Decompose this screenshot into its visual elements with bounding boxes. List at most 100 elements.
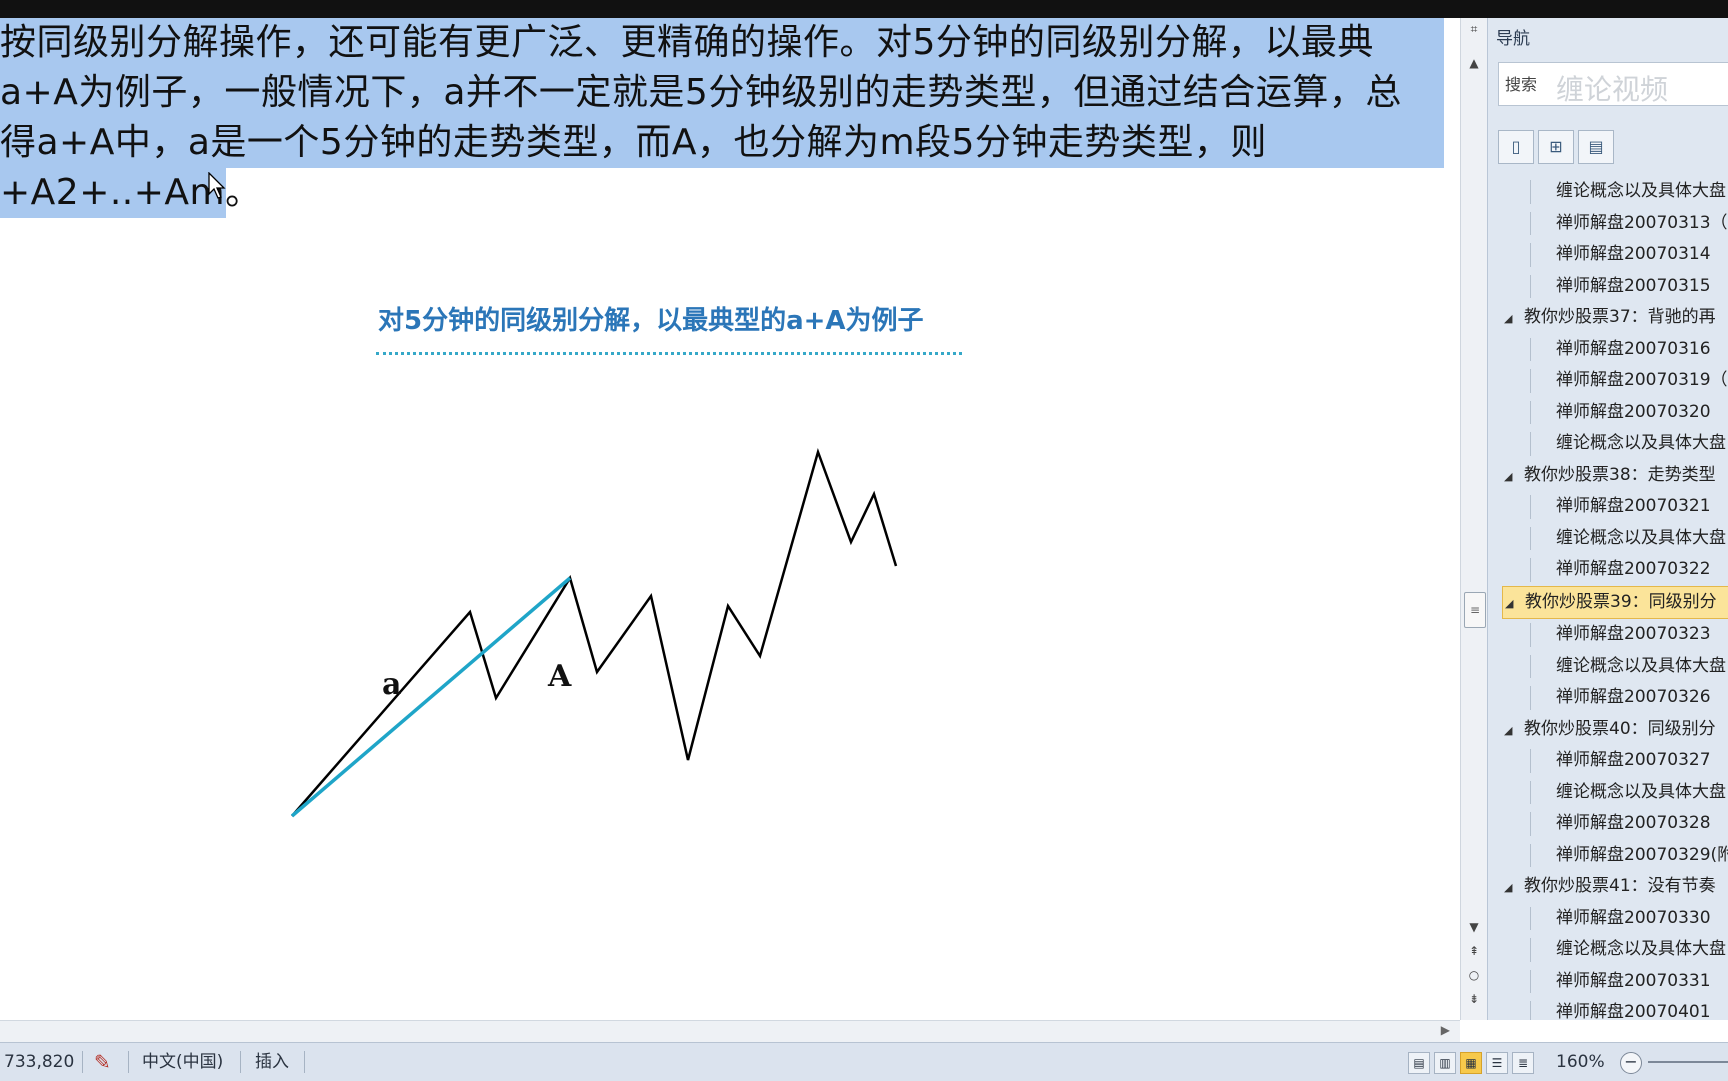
previous-page-icon[interactable]: ⇞ xyxy=(1465,942,1483,960)
nav-heading-item[interactable]: ◢ 教你炒股票40：同级别分 xyxy=(1488,714,1728,746)
select-browse-object-icon[interactable]: ○ xyxy=(1465,966,1483,984)
nav-subheading-item[interactable]: 禅师解盘20070331 xyxy=(1488,966,1728,998)
status-separator xyxy=(128,1051,129,1073)
nav-subheading-item[interactable]: 禅师解盘20070321 xyxy=(1488,491,1728,523)
tab-pages-icon[interactable]: ⊞ xyxy=(1538,130,1574,164)
navigation-pane: 导航 搜索 缠论视频 ▯ ⊞ ▤ 缠论概念以及具体大盘 禅师解盘20070313（ 禅师… xyxy=(1487,18,1728,1020)
status-separator xyxy=(240,1051,241,1073)
nav-item-label: 教你炒股票41：没有节奏 xyxy=(1524,876,1716,896)
label-A: A xyxy=(547,659,572,694)
nav-subheading-item[interactable]: 禅师解盘20070313（ xyxy=(1488,208,1728,240)
nav-item-label: 禅师解盘20070330 xyxy=(1556,907,1711,928)
search-label: 搜索 xyxy=(1505,75,1538,94)
zoom-level[interactable]: 160% xyxy=(1556,1043,1605,1081)
document-page[interactable]: 按同级别分解操作，还可能有更广泛、更精确的操作。对5分钟的同级别分解，以最典 a… xyxy=(0,18,1460,1020)
nav-subheading-item[interactable]: 禅师解盘20070330 xyxy=(1488,903,1728,935)
nav-subheading-item[interactable]: 禅师解盘20070326 xyxy=(1488,682,1728,714)
nav-subheading-item[interactable]: 禅师解盘20070323 xyxy=(1488,619,1728,651)
nav-item-label: 禅师解盘20070316 xyxy=(1556,338,1711,359)
nav-subheading-item[interactable]: 禅师解盘20070322 xyxy=(1488,554,1728,586)
collapse-triangle-icon[interactable]: ◢ xyxy=(1504,715,1524,746)
nav-heading-item[interactable]: ◢ 教你炒股票38：走势类型 xyxy=(1488,460,1728,492)
next-page-icon[interactable]: ⇟ xyxy=(1465,990,1483,1008)
status-bar: 733,820 ✎ 中文(中国) 插入 ▤ ▥ ▦ ☰ ≣ 160% − xyxy=(0,1042,1728,1081)
price-zigzag-line xyxy=(291,447,898,817)
nav-item-label: 禅师解盘20070315 xyxy=(1556,275,1711,296)
nav-subheading-item[interactable]: 禅师解盘20070316 xyxy=(1488,334,1728,366)
tab-headings-icon[interactable]: ▯ xyxy=(1498,130,1534,164)
label-a: a xyxy=(382,667,401,702)
tab-results-icon[interactable]: ▤ xyxy=(1578,130,1614,164)
spelling-check-icon[interactable]: ✎ xyxy=(94,1043,111,1081)
nav-subheading-item[interactable]: 缠论概念以及具体大盘 xyxy=(1488,176,1728,208)
collapse-triangle-icon[interactable]: ◢ xyxy=(1504,461,1524,492)
nav-item-label: 禅师解盘20070401 xyxy=(1556,1002,1711,1020)
nav-item-label: 禅师解盘20070313（ xyxy=(1556,212,1728,233)
nav-item-label: 缠论概念以及具体大盘 xyxy=(1556,939,1726,959)
nav-item-label: 教你炒股票40：同级别分 xyxy=(1524,718,1716,739)
scroll-right-arrow-icon[interactable]: ▶ xyxy=(1441,1023,1450,1037)
status-separator xyxy=(82,1051,83,1073)
nav-item-label: 禅师解盘20070327 xyxy=(1556,750,1711,770)
nav-subheading-item[interactable]: 缠论概念以及具体大盘 xyxy=(1488,428,1728,460)
nav-item-label: 禅师解盘20070320 xyxy=(1556,401,1711,422)
scroll-down-arrow-icon[interactable]: ▼ xyxy=(1465,918,1483,936)
status-insert-mode[interactable]: 插入 xyxy=(255,1043,289,1081)
nav-item-label: 缠论概念以及具体大盘 xyxy=(1556,655,1726,676)
status-language[interactable]: 中文(中国) xyxy=(142,1043,223,1081)
nav-subheading-item[interactable]: 禅师解盘20070314 xyxy=(1488,239,1728,271)
nav-subheading-item[interactable]: 缠论概念以及具体大盘 xyxy=(1488,523,1728,555)
nav-subheading-item[interactable]: 禅师解盘20070328 xyxy=(1488,808,1728,840)
nav-item-label: 教你炒股票38：走势类型 xyxy=(1524,464,1716,485)
nav-item-label: 禅师解盘20070326 xyxy=(1556,687,1711,707)
nav-heading-item[interactable]: ◢ 教你炒股票41：没有节奏 xyxy=(1488,871,1728,903)
zoom-out-icon[interactable]: − xyxy=(1620,1052,1642,1074)
navigation-headings-list: 缠论概念以及具体大盘 禅师解盘20070313（ 禅师解盘20070314 禅师解盘2… xyxy=(1488,176,1728,1020)
nav-subheading-item[interactable]: 缠论概念以及具体大盘 xyxy=(1488,651,1728,683)
nav-item-label: 禅师解盘20070314 xyxy=(1556,244,1711,264)
nav-subheading-item[interactable]: 禅师解盘20070327 xyxy=(1488,745,1728,777)
nav-subheading-item[interactable]: 缠论概念以及具体大盘 xyxy=(1488,777,1728,809)
nav-item-label: 教你炒股票39：同级别分 xyxy=(1525,591,1717,612)
web-layout-view-icon[interactable]: ▦ xyxy=(1460,1052,1482,1074)
status-separator xyxy=(304,1051,305,1073)
zigzag-diagram: a A xyxy=(290,447,898,818)
navigation-title: 导航 xyxy=(1496,29,1530,49)
nav-item-label: 缠论概念以及具体大盘 xyxy=(1556,433,1726,453)
outline-view-icon[interactable]: ☰ xyxy=(1486,1052,1508,1074)
top-bar xyxy=(0,0,1728,18)
nav-item-label: 禅师解盘20070323 xyxy=(1556,624,1711,644)
nav-subheading-item[interactable]: 禅师解盘20070319（ xyxy=(1488,365,1728,397)
nav-subheading-item[interactable]: 禅师解盘20070329(附 xyxy=(1488,840,1728,872)
nav-item-label: 缠论概念以及具体大盘 xyxy=(1556,781,1726,802)
nav-subheading-item[interactable]: 缠论概念以及具体大盘 xyxy=(1488,934,1728,966)
full-screen-reading-icon[interactable]: ▥ xyxy=(1434,1052,1456,1074)
nav-heading-item[interactable]: ◢ 教你炒股票39：同级别分 xyxy=(1502,585,1728,619)
scroll-up-arrow-icon[interactable]: ▲ xyxy=(1465,54,1483,72)
nav-heading-item[interactable]: ◢ 教你炒股票37：背驰的再 xyxy=(1488,302,1728,334)
collapse-triangle-icon[interactable]: ◢ xyxy=(1504,872,1524,903)
document-vertical-scrollbar[interactable]: ⌗ ▲ ≡ ▼ ⇞ ○ ⇟ xyxy=(1460,18,1487,1020)
status-position: 733,820 xyxy=(4,1052,75,1072)
collapse-triangle-icon[interactable]: ◢ xyxy=(1505,588,1525,619)
video-watermark: 缠论视频 xyxy=(1556,73,1669,106)
nav-subheading-item[interactable]: 禅师解盘20070320 xyxy=(1488,397,1728,429)
nav-item-label: 禅师解盘20070331 xyxy=(1556,970,1711,991)
nav-item-label: 禅师解盘20070321 xyxy=(1556,496,1711,516)
nav-subheading-item[interactable]: 禅师解盘20070401 xyxy=(1488,997,1728,1020)
nav-item-label: 缠论概念以及具体大盘 xyxy=(1556,181,1726,201)
navigation-tabs: ▯ ⊞ ▤ xyxy=(1498,130,1618,164)
nav-item-label: 禅师解盘20070319（ xyxy=(1556,370,1728,390)
trend-line-a xyxy=(290,576,572,818)
nav-item-label: 禅师解盘20070328 xyxy=(1556,813,1711,833)
collapse-triangle-icon[interactable]: ◢ xyxy=(1504,303,1524,334)
horizontal-scrollbar[interactable]: ▶ xyxy=(0,1020,1460,1043)
nav-subheading-item[interactable]: 禅师解盘20070315 xyxy=(1488,271,1728,303)
scroll-thumb[interactable]: ≡ xyxy=(1464,592,1486,628)
nav-item-label: 教你炒股票37：背驰的再 xyxy=(1524,307,1716,327)
nav-item-label: 禅师解盘20070322 xyxy=(1556,559,1711,579)
zoom-slider[interactable] xyxy=(1648,1061,1728,1063)
ruler-toggle-icon[interactable]: ⌗ xyxy=(1465,20,1483,38)
draft-view-icon[interactable]: ≣ xyxy=(1512,1052,1534,1074)
print-layout-view-icon[interactable]: ▤ xyxy=(1408,1052,1430,1074)
